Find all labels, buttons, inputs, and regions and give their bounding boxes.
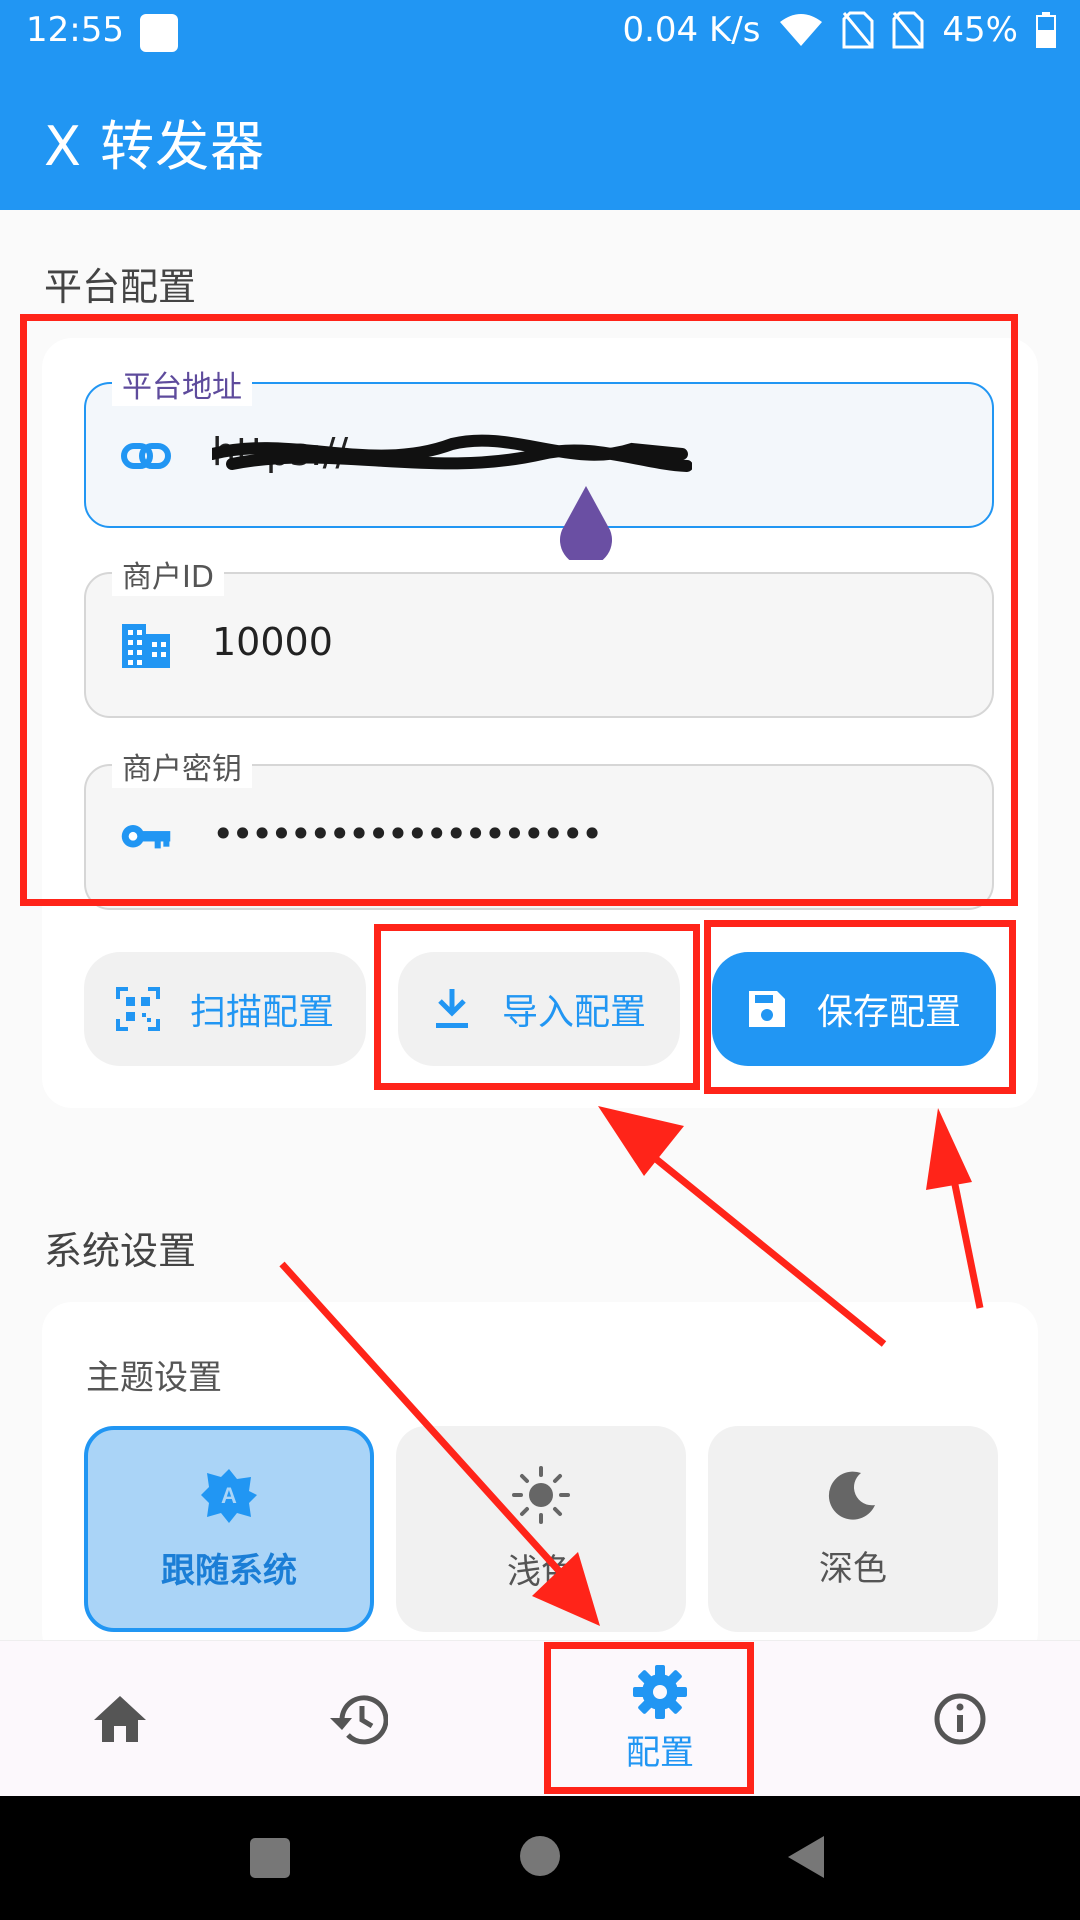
no-sim-icon-2 <box>892 11 924 49</box>
theme-option-dark[interactable]: 深色 <box>708 1426 998 1632</box>
nav-item-about[interactable] <box>900 1641 1020 1797</box>
theme-option-dark-label: 深色 <box>819 1548 887 1589</box>
annotation-box-import <box>374 924 700 1090</box>
app-title: X 转发器 <box>44 115 266 178</box>
platform-section-title: 平台配置 <box>44 265 197 309</box>
svg-text:A: A <box>221 1483 237 1508</box>
status-indicators: 0.04 K/s 45% <box>622 10 1056 50</box>
nav-item-home[interactable] <box>60 1641 180 1797</box>
system-section-title: 系统设置 <box>44 1229 197 1273</box>
theme-option-system[interactable]: A 跟随系统 <box>84 1426 374 1632</box>
scan-config-button[interactable]: 扫描配置 <box>84 952 366 1066</box>
moon-icon <box>828 1471 875 1520</box>
qr-scan-icon <box>115 987 160 1031</box>
wifi-icon <box>780 14 823 46</box>
app-bar: X 转发器 <box>0 64 1080 210</box>
theme-option-light-label: 浅色 <box>507 1551 575 1592</box>
home-button[interactable] <box>520 1836 560 1876</box>
theme-settings-title: 主题设置 <box>86 1358 222 1398</box>
sun-icon <box>512 1465 570 1524</box>
annotation-box-save <box>704 920 1016 1094</box>
bottom-navigation: 配置 <box>0 1640 1080 1797</box>
nav-item-history[interactable] <box>298 1641 418 1797</box>
theme-option-light[interactable]: 浅色 <box>396 1426 686 1632</box>
no-sim-icon <box>842 11 874 49</box>
recents-button[interactable] <box>250 1838 290 1878</box>
network-speed: 0.04 K/s <box>622 10 761 50</box>
battery-icon <box>1036 12 1056 48</box>
history-icon <box>330 1695 388 1745</box>
system-navigation-bar <box>0 1796 1080 1920</box>
annotation-box-form <box>20 314 1018 906</box>
auto-theme-icon: A <box>201 1468 257 1523</box>
status-time: 12:55 <box>26 10 124 50</box>
home-icon <box>94 1696 146 1742</box>
annotation-box-config-tab <box>544 1642 754 1794</box>
status-bar: 12:55 0.04 K/s 45% <box>0 0 1080 64</box>
back-button[interactable] <box>784 1834 828 1880</box>
battery-percent: 45% <box>942 10 1018 50</box>
notification-icon <box>140 14 178 52</box>
scan-config-label: 扫描配置 <box>189 992 334 1033</box>
theme-option-system-label: 跟随系统 <box>161 1550 297 1591</box>
info-icon <box>934 1693 986 1745</box>
